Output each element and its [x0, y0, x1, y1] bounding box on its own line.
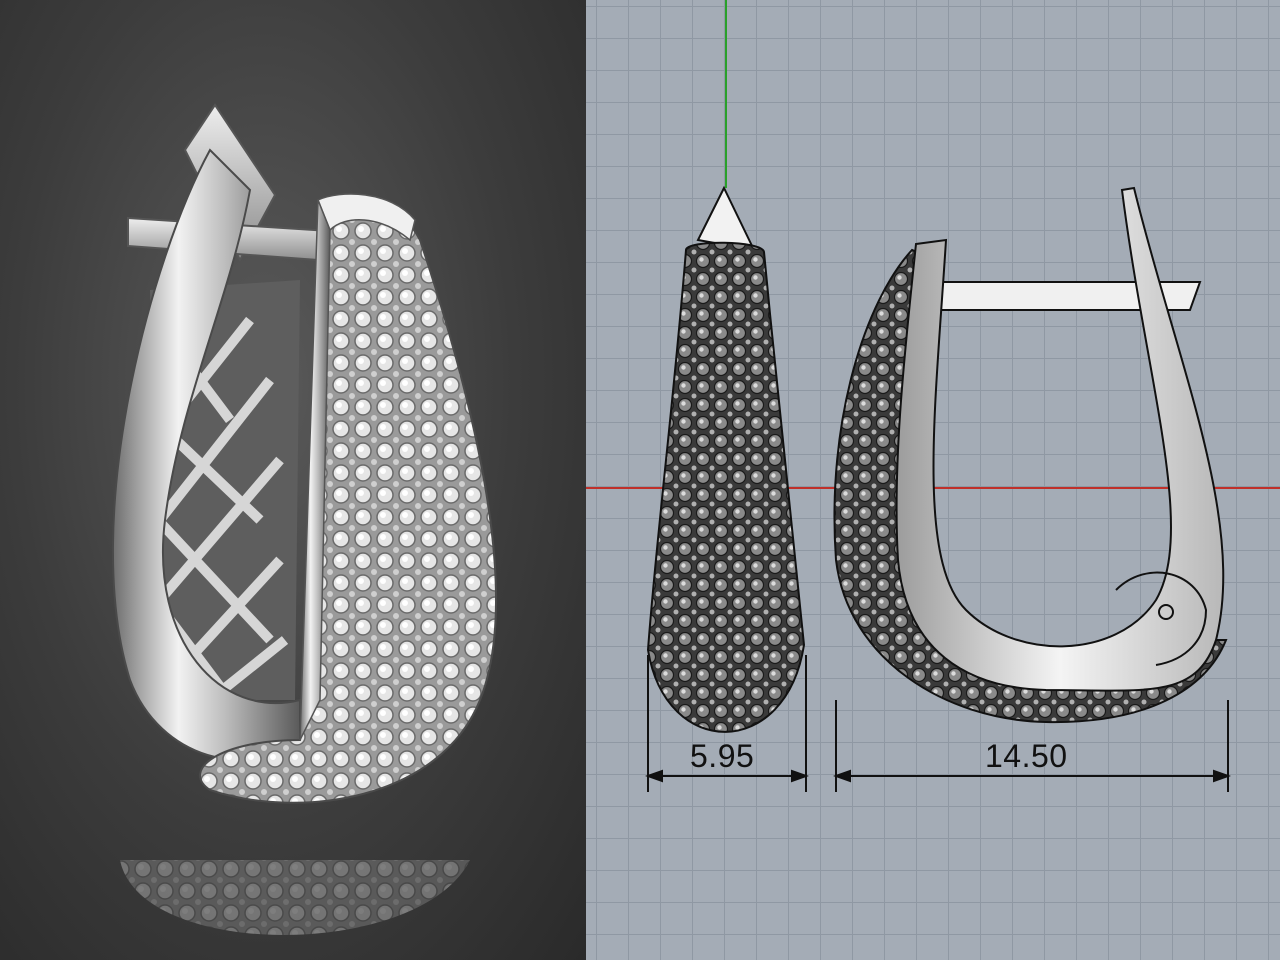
earring-render [111, 103, 498, 935]
reflection [120, 860, 470, 935]
dimension-label-side-width: 14.50 [985, 738, 1068, 774]
dimension-label-front-width: 5.95 [690, 738, 755, 774]
cad-drawing [586, 0, 1280, 792]
image-stage: 5.95 14.50 [0, 0, 1280, 960]
cad-viewport[interactable]: 5.95 14.50 [586, 0, 1280, 960]
front-view [646, 185, 806, 733]
side-view [833, 186, 1228, 724]
render-view [0, 0, 586, 960]
